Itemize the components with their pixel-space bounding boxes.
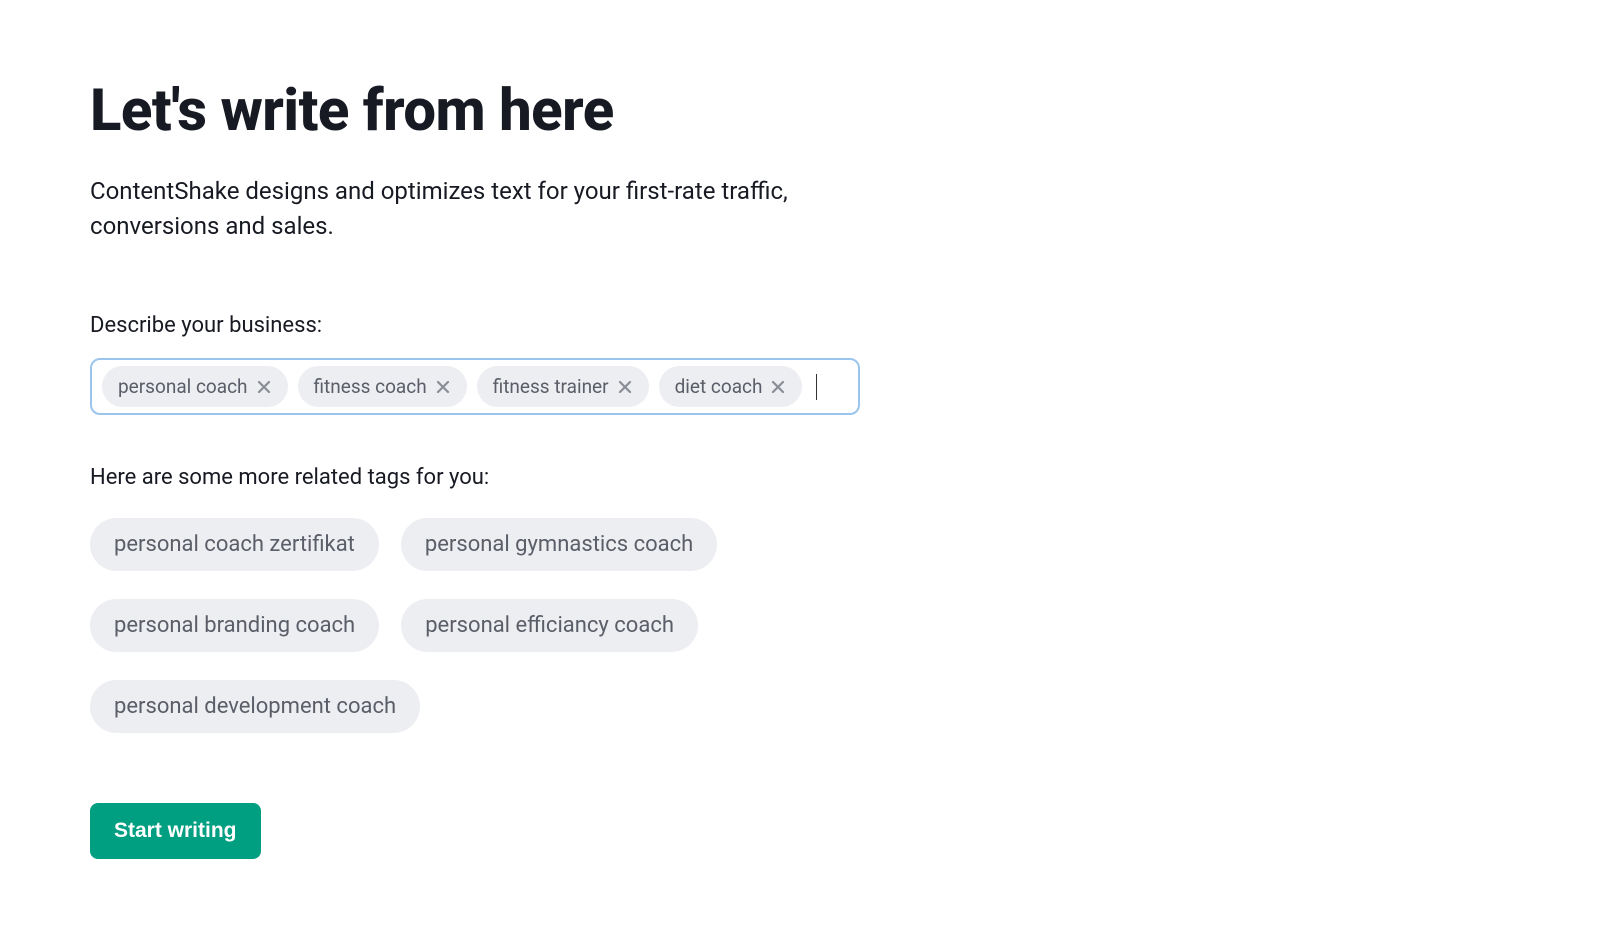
selected-tag: personal coach — [102, 366, 288, 407]
page-heading: Let's write from here — [90, 80, 1510, 144]
suggested-label: Here are some more related tags for you: — [90, 465, 1510, 490]
selected-tag-label: fitness trainer — [493, 375, 609, 398]
selected-tag-label: personal coach — [118, 375, 248, 398]
remove-tag-icon[interactable] — [617, 379, 633, 395]
selected-tag-label: diet coach — [675, 375, 763, 398]
remove-tag-icon[interactable] — [770, 379, 786, 395]
selected-tag: fitness coach — [298, 366, 467, 407]
text-cursor-icon — [816, 374, 817, 400]
selected-tag: diet coach — [659, 366, 803, 407]
start-writing-button[interactable]: Start writing — [90, 803, 261, 859]
suggested-tags-container: personal coach zertifikat personal gymna… — [90, 518, 1010, 733]
selected-tag: fitness trainer — [477, 366, 649, 407]
remove-tag-icon[interactable] — [256, 379, 272, 395]
suggested-tag[interactable]: personal gymnastics coach — [401, 518, 717, 571]
suggested-tag[interactable]: personal development coach — [90, 680, 420, 733]
suggested-tag[interactable]: personal branding coach — [90, 599, 379, 652]
business-tag-input[interactable]: personal coach fitness coach fitness tra… — [90, 358, 860, 415]
describe-label: Describe your business: — [90, 313, 1510, 338]
suggested-tag[interactable]: personal efficiancy coach — [401, 599, 698, 652]
remove-tag-icon[interactable] — [435, 379, 451, 395]
page-subheading: ContentShake designs and optimizes text … — [90, 174, 790, 244]
suggested-tag[interactable]: personal coach zertifikat — [90, 518, 379, 571]
selected-tag-label: fitness coach — [314, 375, 427, 398]
